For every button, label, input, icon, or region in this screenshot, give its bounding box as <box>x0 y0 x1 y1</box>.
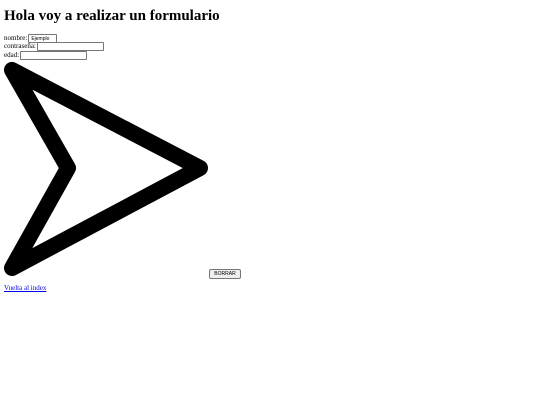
edad-label: edad: <box>4 51 20 59</box>
arrow-left-icon[interactable] <box>0 60 212 280</box>
edad-row: edad: <box>4 51 88 60</box>
contrasena-input[interactable] <box>36 42 104 51</box>
edad-input[interactable] <box>20 51 88 60</box>
borrar-button[interactable]: BORRAR <box>209 269 241 279</box>
back-to-index-link[interactable]: Vuelta al index <box>4 284 46 293</box>
contrasena-row: contraseña: <box>4 42 104 51</box>
page: Hola voy a realizar un formulario nombre… <box>0 0 540 405</box>
arrow-shape <box>4 62 208 276</box>
contrasena-label: contraseña: <box>4 42 36 50</box>
page-title: Hola voy a realizar un formulario <box>4 8 220 24</box>
